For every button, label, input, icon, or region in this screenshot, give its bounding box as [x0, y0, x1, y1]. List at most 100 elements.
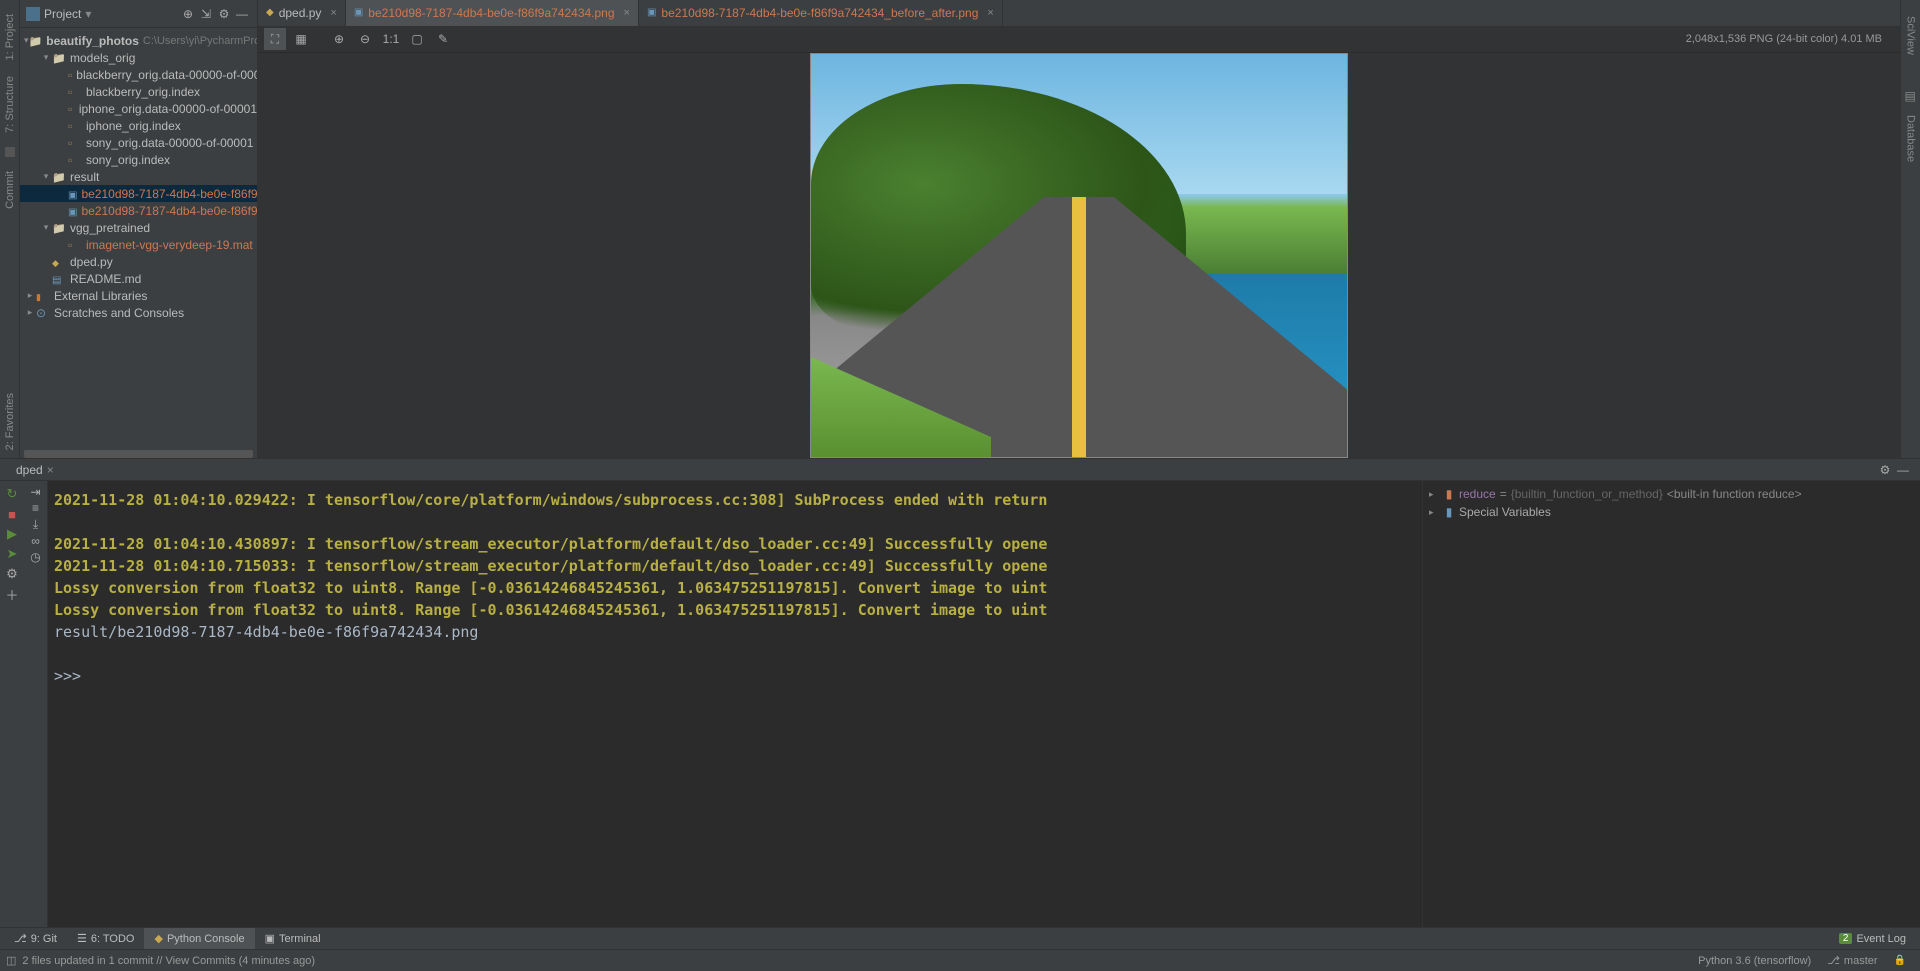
- git-icon: ⎇: [14, 932, 27, 945]
- tree-file[interactable]: sony_orig.data-00000-of-00001: [20, 134, 257, 151]
- rerun-icon[interactable]: ↻: [3, 485, 21, 503]
- project-icon: [26, 7, 40, 21]
- image-toolbar: ⛶ ▦ ⊕ ⊖ 1:1 ▢ ✎ 2,048x1,536 PNG (24-bit …: [258, 27, 1900, 54]
- tab-image-active[interactable]: ▣ be210d98-7187-4db4-be0e-f86f9a742434.p…: [346, 0, 639, 26]
- left-tab-project[interactable]: 1: Project: [4, 14, 16, 60]
- wrap-icon[interactable]: ⇥: [30, 485, 40, 499]
- var-row[interactable]: ▸ ▮ reduce = {builtin_function_or_method…: [1429, 485, 1914, 503]
- status-python[interactable]: Python 3.6 (tensorflow): [1690, 955, 1819, 967]
- tree-file[interactable]: blackberry_orig.data-00000-of-00001: [20, 66, 257, 83]
- image-icon: [68, 187, 77, 201]
- zoom-out-icon[interactable]: ⊖: [354, 28, 376, 50]
- zoom-in-icon[interactable]: ⊕: [328, 28, 350, 50]
- left-tool-gutter: 1: Project 7: Structure Commit 2: Favori…: [0, 0, 20, 458]
- scroll-end-icon[interactable]: ⤓: [33, 517, 38, 532]
- close-icon[interactable]: ×: [330, 7, 336, 19]
- left-tab-commit[interactable]: Commit: [4, 171, 16, 209]
- folder-icon: [52, 221, 66, 235]
- tab-image-2[interactable]: ▣ be210d98-7187-4db4-be0e-f86f9a742434_b…: [639, 0, 1003, 26]
- tool-git[interactable]: ⎇9: Git: [4, 928, 67, 949]
- status-message[interactable]: 2 files updated in 1 commit // View Comm…: [22, 955, 315, 967]
- bottom-tool-bar: ⎇9: Git ☰6: TODO ◆Python Console ▣Termin…: [0, 927, 1920, 949]
- folder-icon: [52, 51, 66, 65]
- editor-area: ◆ dped.py × ▣ be210d98-7187-4db4-be0e-f8…: [258, 0, 1900, 458]
- tool-python-console[interactable]: ◆Python Console: [144, 928, 254, 949]
- file-icon: [68, 102, 75, 116]
- eyedrop-icon[interactable]: ✎: [432, 28, 454, 50]
- file-icon: [68, 153, 82, 167]
- history-icon[interactable]: ◷: [30, 550, 40, 564]
- folder-icon: [52, 170, 66, 184]
- chevron-down-icon[interactable]: ▾: [85, 7, 91, 21]
- console-line: 2021-11-28 01:04:10.715033: I tensorflow…: [54, 555, 1416, 577]
- debug-icon[interactable]: ➤: [3, 545, 21, 563]
- tree-file[interactable]: sony_orig.index: [20, 151, 257, 168]
- tree-folder-vgg[interactable]: ▾ vgg_pretrained: [20, 219, 257, 236]
- project-dropdown[interactable]: Project: [44, 7, 81, 21]
- right-tool-gutter: SciView ▤ Database: [1900, 0, 1920, 458]
- library-icon: [36, 289, 50, 303]
- tree-root[interactable]: ▾ beautify_photos C:\Users\yi\PycharmPro…: [20, 32, 257, 49]
- close-icon[interactable]: ×: [47, 463, 54, 477]
- zoom-actual-button[interactable]: 1:1: [380, 28, 402, 50]
- gear-icon[interactable]: ⚙: [215, 5, 233, 23]
- scrollbar[interactable]: [24, 450, 253, 458]
- tree-file[interactable]: be210d98-7187-4db4-be0e-f86f9a74...: [20, 202, 257, 219]
- tree-folder-models[interactable]: ▾ models_orig: [20, 49, 257, 66]
- right-tab-database[interactable]: Database: [1905, 115, 1917, 162]
- left-tab-favorites[interactable]: 2: Favorites: [4, 393, 16, 450]
- hide-icon[interactable]: —: [1894, 463, 1912, 477]
- link-icon[interactable]: ∞: [31, 534, 40, 548]
- tree-folder-result[interactable]: ▾ result: [20, 168, 257, 185]
- image-info-text: 2,048x1,536 PNG (24-bit color) 4.01 MB: [1686, 33, 1882, 45]
- close-icon[interactable]: ×: [987, 7, 993, 19]
- fit-icon[interactable]: ⛶: [264, 28, 286, 50]
- chessboard-icon[interactable]: ▢: [406, 28, 428, 50]
- grid-icon[interactable]: ▦: [290, 28, 312, 50]
- editor-tabs: ◆ dped.py × ▣ be210d98-7187-4db4-be0e-f8…: [258, 0, 1900, 27]
- tool-tab-dped[interactable]: dped×: [8, 463, 62, 477]
- tree-file[interactable]: blackberry_orig.index: [20, 83, 257, 100]
- target-icon[interactable]: ⊕: [179, 5, 197, 23]
- sidebar-header: Project ▾ ⊕ ⇲ ⚙ —: [20, 0, 257, 28]
- file-icon: [68, 238, 82, 252]
- console-output[interactable]: 2021-11-28 01:04:10.029422: I tensorflow…: [48, 481, 1422, 927]
- console-line: Lossy conversion from float32 to uint8. …: [54, 599, 1416, 621]
- window-icon[interactable]: ◫: [6, 954, 16, 967]
- tool-todo[interactable]: ☰6: TODO: [67, 928, 144, 949]
- tree-external-libs[interactable]: ▸ External Libraries: [20, 287, 257, 304]
- folder-icon: [29, 34, 43, 48]
- stop-icon[interactable]: ■: [3, 505, 21, 523]
- close-icon[interactable]: ×: [624, 7, 630, 19]
- softwrap-icon[interactable]: ≡: [32, 501, 39, 515]
- tree-scratches[interactable]: ▸⊙ Scratches and Consoles: [20, 304, 257, 321]
- tree-file-selected[interactable]: be210d98-7187-4db4-be0e-f86f9a74...: [20, 185, 257, 202]
- gear-icon[interactable]: ⚙: [1876, 463, 1894, 477]
- tool-tab-row: dped× ⚙ —: [0, 458, 1920, 480]
- tree-file[interactable]: iphone_orig.data-00000-of-00001: [20, 100, 257, 117]
- settings-icon[interactable]: ⚙: [3, 565, 21, 583]
- project-tree[interactable]: ▾ beautify_photos C:\Users\yi\PycharmPro…: [20, 28, 257, 450]
- file-icon: [68, 119, 82, 133]
- image-canvas[interactable]: [258, 53, 1900, 458]
- hide-icon[interactable]: —: [233, 5, 251, 23]
- right-tab-sciview[interactable]: SciView: [1905, 16, 1917, 55]
- run-icon[interactable]: ▶: [3, 525, 21, 543]
- variables-pane[interactable]: ▸ ▮ reduce = {builtin_function_or_method…: [1422, 481, 1920, 927]
- lock-icon[interactable]: [1886, 955, 1914, 966]
- add-icon[interactable]: ＋: [3, 585, 21, 603]
- tree-file[interactable]: dped.py: [20, 253, 257, 270]
- tool-terminal[interactable]: ▣Terminal: [255, 928, 331, 949]
- status-branch[interactable]: ⎇master: [1819, 954, 1885, 967]
- tab-dped[interactable]: ◆ dped.py ×: [258, 0, 346, 26]
- var-row[interactable]: ▸ ▮ Special Variables: [1429, 503, 1914, 521]
- tool-event-log[interactable]: 2Event Log: [1829, 928, 1916, 949]
- console-prompt[interactable]: >>>: [54, 665, 1416, 687]
- todo-icon: ☰: [77, 932, 87, 945]
- tree-file[interactable]: iphone_orig.index: [20, 117, 257, 134]
- tree-file[interactable]: imagenet-vgg-verydeep-19.mat: [20, 236, 257, 253]
- console-line: 2021-11-28 01:04:10.029422: I tensorflow…: [54, 489, 1416, 511]
- left-tab-structure[interactable]: 7: Structure: [4, 76, 16, 133]
- tree-file[interactable]: README.md: [20, 270, 257, 287]
- expand-icon[interactable]: ⇲: [197, 5, 215, 23]
